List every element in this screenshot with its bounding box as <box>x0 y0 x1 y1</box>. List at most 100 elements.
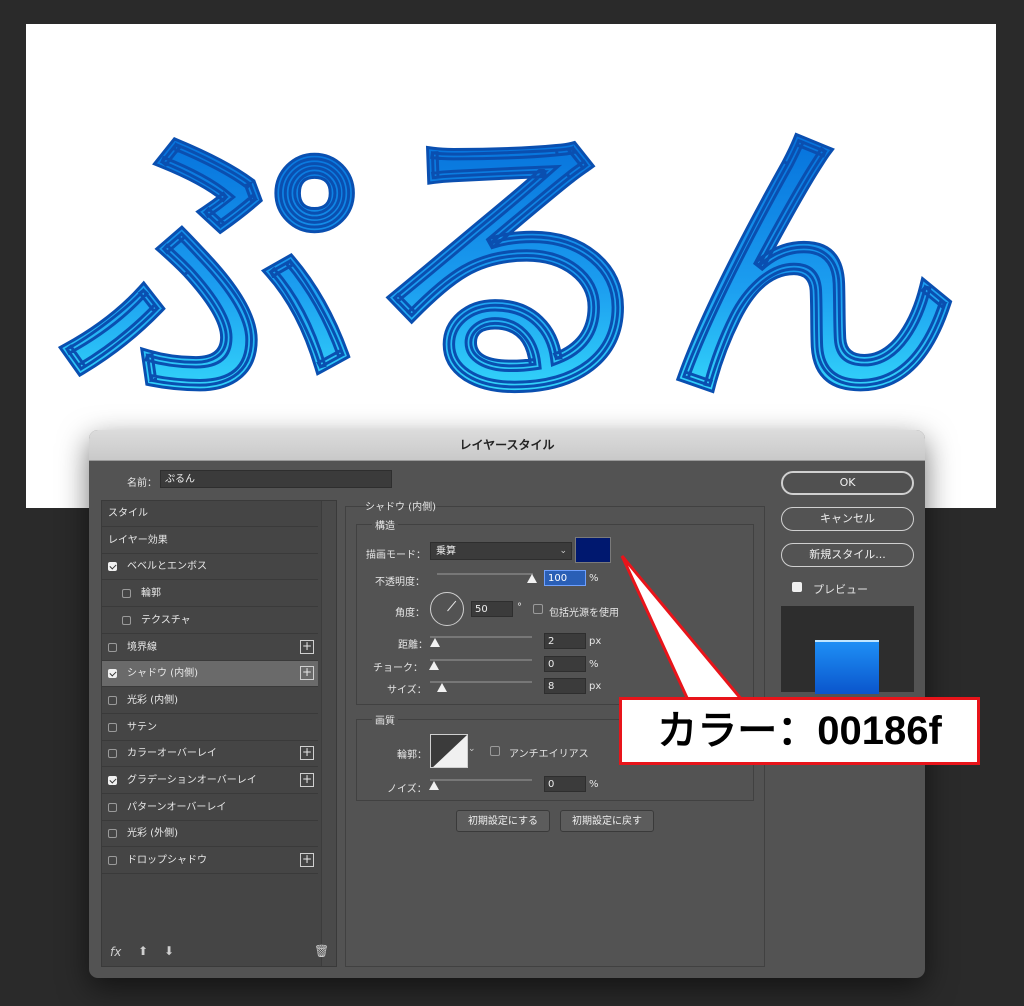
global-light-label: 包括光源を使用 <box>549 608 619 619</box>
make-default-button[interactable]: 初期設定にする <box>456 810 550 832</box>
style-checkbox[interactable] <box>122 589 131 599</box>
contour-chevron-icon[interactable]: ⌄ <box>468 744 476 754</box>
up-arrow-icon[interactable]: ⬆ <box>138 944 148 958</box>
dialog-title: レイヤースタイル <box>89 430 925 461</box>
antialias-label: アンチエイリアス <box>509 749 589 760</box>
style-checkbox[interactable] <box>108 829 117 839</box>
global-light-checkbox[interactable] <box>533 604 543 614</box>
angle-input[interactable]: 50 <box>471 601 513 617</box>
preview-thumbnail <box>815 640 879 694</box>
style-checkbox[interactable] <box>108 695 117 705</box>
style-item[interactable]: テクスチャ <box>102 608 318 634</box>
style-item-label: ベベルとエンボス <box>127 561 207 573</box>
angle-dial[interactable] <box>430 592 464 626</box>
opacity-label: 不透明度： <box>375 577 425 588</box>
distance-slider-thumb[interactable] <box>430 638 440 647</box>
style-item[interactable]: サテン <box>102 715 318 741</box>
style-item[interactable]: 輪郭 <box>102 581 318 608</box>
noise-label: ノイズ： <box>387 784 427 795</box>
style-preview <box>781 606 914 694</box>
style-item[interactable]: + ドロップシャドウ <box>102 848 318 875</box>
noise-input[interactable]: 0 <box>544 776 586 792</box>
size-slider-thumb[interactable] <box>437 683 447 692</box>
noise-slider-track[interactable] <box>430 779 532 781</box>
down-arrow-icon[interactable]: ⬇ <box>164 944 174 958</box>
reset-default-button[interactable]: 初期設定に戻す <box>560 810 654 832</box>
choke-label: チョーク： <box>373 663 423 674</box>
layer-effects-header[interactable]: レイヤー効果 <box>102 528 318 554</box>
style-checkbox[interactable] <box>108 669 117 679</box>
blend-mode-label: 描画モード： <box>366 550 426 561</box>
ok-button[interactable]: OK <box>781 471 914 495</box>
trash-icon[interactable]: 🗑 <box>314 944 329 958</box>
choke-input[interactable]: 0 <box>544 656 586 672</box>
opacity-slider-track[interactable] <box>437 573 533 575</box>
style-item[interactable]: ベベルとエンボス <box>102 554 318 581</box>
style-item[interactable]: パターンオーバーレイ <box>102 795 318 821</box>
style-item[interactable]: 光彩 (外側) <box>102 821 318 848</box>
style-item[interactable]: + カラーオーバーレイ <box>102 741 318 768</box>
style-item-label: テクスチャ <box>141 614 191 626</box>
styles-header[interactable]: スタイル <box>102 501 318 527</box>
style-item-label: 輪郭 <box>141 588 161 600</box>
styles-header-label: スタイル <box>108 508 148 519</box>
style-item-label: サテン <box>127 721 157 733</box>
layer-name-input[interactable]: ぷるん <box>160 470 392 488</box>
distance-slider-track[interactable] <box>430 636 532 638</box>
structure-title: 構造 <box>372 517 398 532</box>
opacity-slider-thumb[interactable] <box>527 574 537 583</box>
style-item-label: カラーオーバーレイ <box>127 748 217 760</box>
blend-mode-value: 乗算 <box>436 546 456 557</box>
styles-scrollbar[interactable] <box>321 501 336 966</box>
style-checkbox[interactable] <box>122 615 131 625</box>
quality-title: 画質 <box>372 712 398 727</box>
style-item-label: パターンオーバーレイ <box>127 801 227 813</box>
preview-checkbox[interactable] <box>792 582 802 592</box>
opacity-unit: % <box>589 573 599 584</box>
blend-mode-select[interactable]: 乗算 ⌄ <box>430 542 572 560</box>
cancel-button[interactable]: キャンセル <box>781 507 914 531</box>
choke-slider-thumb[interactable] <box>429 661 439 670</box>
opacity-input[interactable]: 100 <box>544 570 586 586</box>
shadow-color-swatch[interactable] <box>575 537 611 563</box>
style-item-label: グラデーションオーバーレイ <box>127 775 257 786</box>
add-effect-icon[interactable]: + <box>300 639 314 654</box>
new-style-button[interactable]: 新規スタイル... <box>781 543 914 567</box>
distance-input[interactable]: 2 <box>544 633 586 649</box>
style-checkbox[interactable] <box>108 856 117 866</box>
contour-curve-icon <box>433 735 467 767</box>
style-checkbox[interactable] <box>108 749 117 759</box>
distance-unit: px <box>589 636 602 647</box>
add-effect-icon[interactable]: + <box>300 853 314 868</box>
style-checkbox[interactable] <box>108 642 117 652</box>
add-effect-icon[interactable]: + <box>300 773 314 787</box>
style-item[interactable]: 光彩 (内側) <box>102 688 318 714</box>
style-checkbox[interactable] <box>108 802 117 812</box>
style-item-label: 光彩 (外側) <box>127 828 178 840</box>
style-item[interactable]: + シャドウ (内側) <box>102 661 318 688</box>
angle-unit: ° <box>517 602 522 613</box>
fx-button[interactable]: fx <box>110 945 121 959</box>
style-item[interactable]: + 境界線 <box>102 635 318 661</box>
style-item-label: ドロップシャドウ <box>127 855 207 867</box>
angle-label: 角度： <box>395 608 425 619</box>
choke-slider-track[interactable] <box>430 659 532 661</box>
angle-dial-hand <box>447 600 457 612</box>
style-item[interactable]: + グラデーションオーバーレイ <box>102 768 318 794</box>
contour-picker[interactable] <box>430 734 468 768</box>
style-checkbox[interactable] <box>108 562 117 572</box>
styles-list: スタイルレイヤー効果ベベルとエンボス輪郭テクスチャ + 境界線 + シャドウ (内側) 光… <box>101 500 337 967</box>
style-checkbox[interactable] <box>108 722 117 732</box>
style-item-label: 光彩 (内側) <box>127 694 178 706</box>
size-unit: px <box>589 681 602 692</box>
styles-footer: fx ⬆ ⬇ 🗑 <box>102 939 336 967</box>
antialias-checkbox[interactable] <box>490 746 500 756</box>
section-title: シャドウ (内側) <box>365 502 436 513</box>
size-input[interactable]: 8 <box>544 678 586 694</box>
noise-slider-thumb[interactable] <box>429 781 439 790</box>
choke-unit: % <box>589 659 599 670</box>
add-effect-icon[interactable]: + <box>300 746 314 761</box>
add-effect-icon[interactable]: + <box>300 666 314 681</box>
style-checkbox[interactable] <box>108 776 117 785</box>
size-label: サイズ： <box>387 685 427 696</box>
